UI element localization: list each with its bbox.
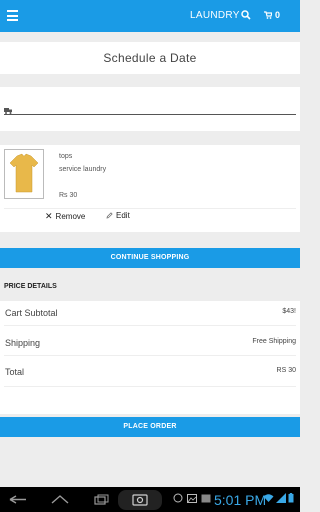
menu-icon[interactable] [7, 10, 18, 21]
battery-icon [288, 493, 294, 503]
date-input-underline [4, 114, 296, 115]
product-thumbnail[interactable] [4, 149, 44, 199]
screenshot-button[interactable] [118, 490, 162, 510]
cart-subtotal-value: $43! [282, 308, 296, 315]
whatsapp-icon [173, 493, 183, 503]
shipping-label: Shipping [5, 338, 41, 348]
place-order-button[interactable]: PLACE ORDER [0, 417, 300, 437]
back-icon[interactable] [8, 495, 28, 504]
cart-icon [264, 11, 272, 19]
item-price: Rs 30 [59, 192, 78, 199]
total-value: RS 30 [276, 367, 296, 374]
edit-label: Edit [116, 211, 130, 220]
row-divider [4, 355, 296, 356]
cart-button[interactable]: 0 [264, 10, 280, 20]
close-icon: ✕ [45, 211, 53, 221]
image-icon [187, 493, 197, 503]
total-label: Total [5, 367, 25, 377]
gallery-icon [201, 494, 211, 502]
system-nav-bar: 5:01 PM [0, 487, 300, 512]
cart-subtotal-label: Cart Subtotal [5, 308, 58, 318]
search-icon[interactable] [240, 9, 252, 21]
pencil-icon [106, 212, 113, 219]
item-divider [4, 208, 296, 209]
row-divider [4, 386, 296, 387]
recent-apps-icon[interactable] [94, 494, 110, 505]
remove-label: Remove [55, 212, 86, 221]
row-divider [4, 325, 296, 326]
item-service: service laundry [59, 166, 107, 173]
tshirt-icon [9, 153, 39, 193]
cart-count: 0 [275, 10, 281, 20]
app-bar: LAUNDRY 0 [0, 0, 300, 32]
wifi-icon [263, 494, 274, 502]
remove-button[interactable]: ✕ Remove [45, 211, 85, 222]
edit-button[interactable]: Edit [106, 211, 130, 220]
clock: 5:01 PM [214, 492, 267, 508]
price-details-card: Cart Subtotal $43! Shipping Free Shippin… [0, 301, 300, 414]
app-title: LAUNDRY [190, 10, 240, 21]
date-field-card[interactable] [0, 87, 300, 131]
home-icon[interactable] [50, 494, 70, 505]
schedule-date-button[interactable]: Schedule a Date [0, 42, 300, 74]
camera-icon [132, 494, 148, 506]
price-details-heading: PRICE DETAILS [4, 283, 57, 290]
status-icons [263, 493, 294, 503]
signal-icon [276, 493, 286, 503]
item-name: tops [59, 153, 73, 160]
shipping-value: Free Shipping [252, 338, 296, 345]
continue-shopping-button[interactable]: CONTINUE SHOPPING [0, 248, 300, 268]
notification-icons [173, 493, 211, 503]
